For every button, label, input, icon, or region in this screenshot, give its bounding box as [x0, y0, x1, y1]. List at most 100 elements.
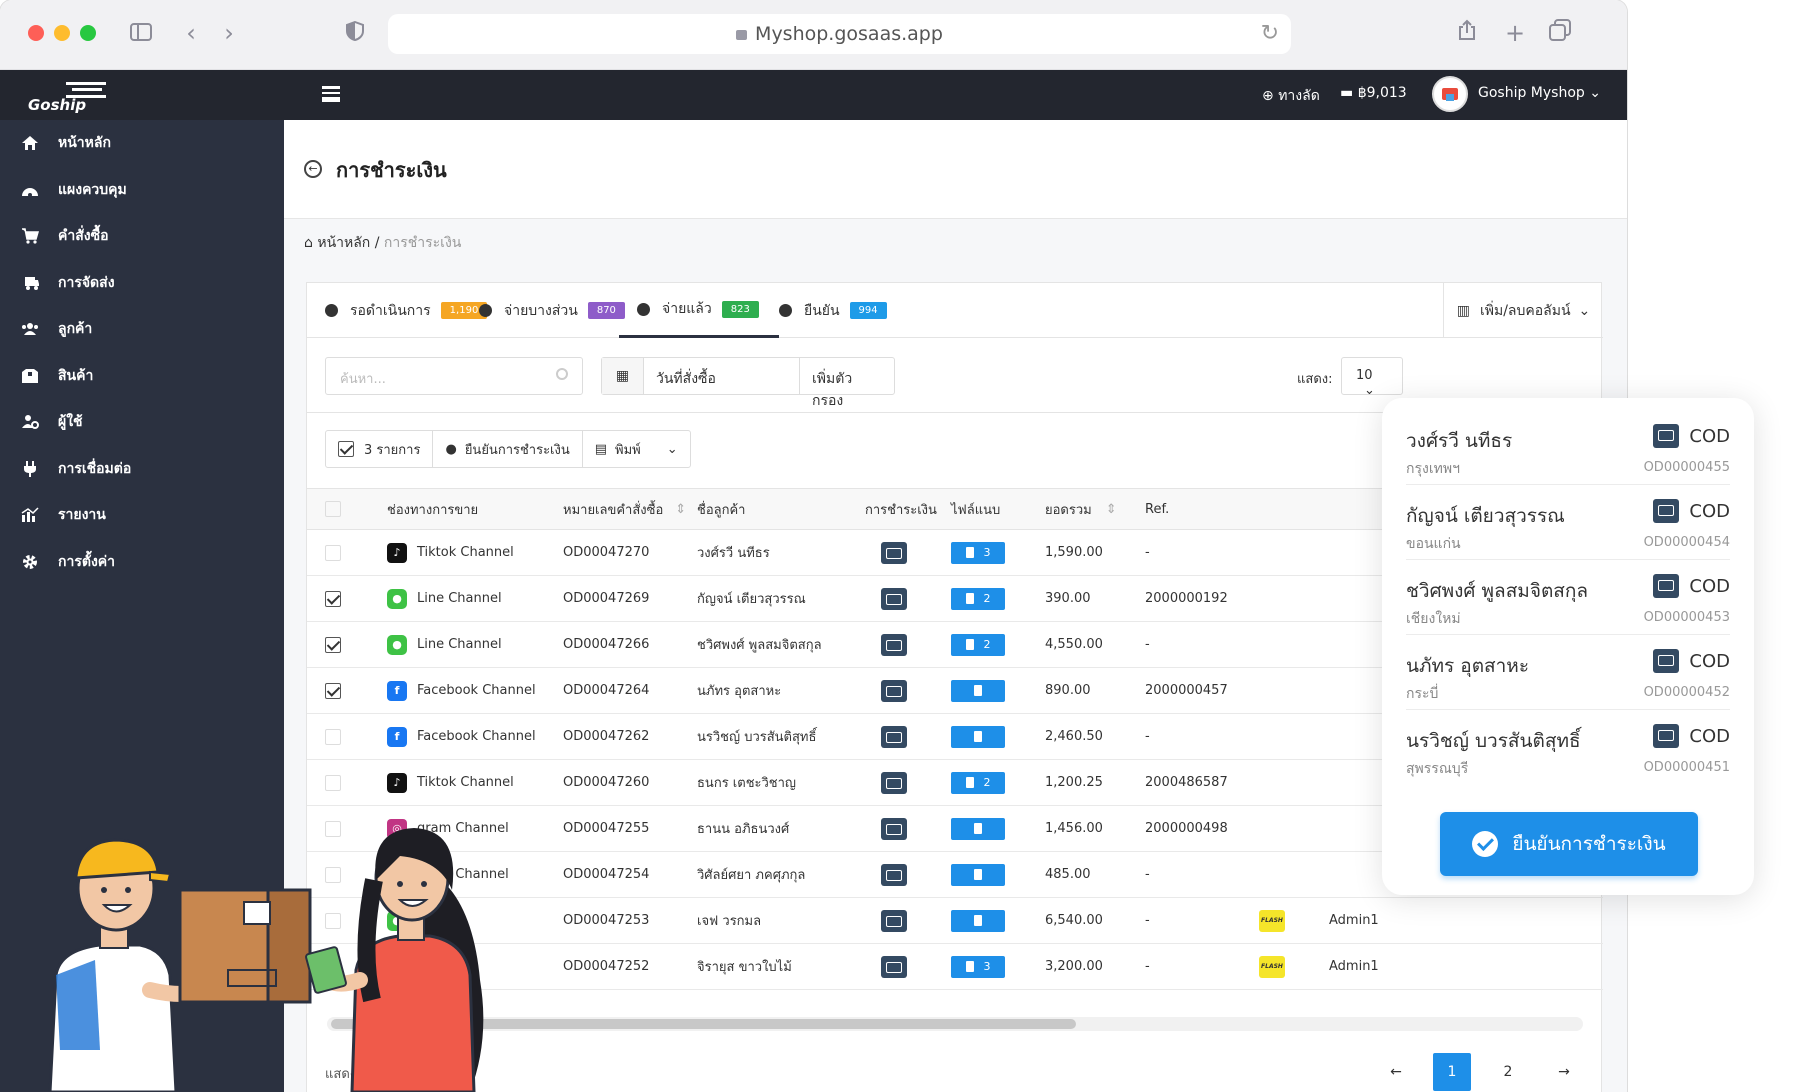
sidebar-item-5[interactable]: ลูกค้า	[0, 306, 284, 353]
page-size-select[interactable]: 10 ⌄	[1341, 357, 1403, 398]
sidebar-item-3[interactable]: คำสั่งซื้อ	[0, 213, 284, 260]
selected-count-button[interactable]: 3 รายการ	[326, 431, 434, 467]
wallet-balance[interactable]: ▬ ฿9,013	[1340, 85, 1407, 101]
attachment-button[interactable]: 3	[951, 541, 1005, 564]
new-tab-icon[interactable]: +	[1500, 18, 1530, 48]
attachment-button[interactable]: 2	[951, 771, 1005, 794]
header-total[interactable]: ยอดรวม ⇕	[1045, 489, 1117, 529]
attachment-button[interactable]	[951, 909, 1005, 932]
payment-icon[interactable]	[881, 817, 907, 840]
row-checkbox[interactable]	[325, 820, 341, 837]
order-number[interactable]: OD00047264	[563, 668, 649, 713]
sidebar-toggle-icon[interactable]	[126, 18, 156, 48]
sidebar-item-1[interactable]: หน้าหลัก	[0, 120, 284, 167]
next-page-button[interactable]: →	[1545, 1053, 1583, 1091]
order-number[interactable]: OD00047270	[563, 530, 649, 575]
sidebar-item-6[interactable]: สินค้า	[0, 353, 284, 400]
attachment-button[interactable]: 3	[951, 955, 1005, 978]
attachment-button[interactable]	[951, 817, 1005, 840]
order-number[interactable]: OD00047262	[563, 714, 649, 759]
row-checkbox[interactable]	[325, 912, 341, 929]
goship-logo[interactable]: Goship	[20, 78, 110, 114]
payment-icon[interactable]	[881, 541, 907, 564]
order-number[interactable]: OD00047254	[563, 852, 649, 897]
date-field[interactable]: วันที่สั่งซื้อ	[644, 358, 800, 394]
sidebar-item-8[interactable]: การเชื่อมต่อ	[0, 446, 284, 493]
shop-avatar[interactable]	[1432, 76, 1468, 112]
columns-button[interactable]: ▥ เพิ่ม/ลบคอลัมน์ ⌄	[1443, 283, 1603, 338]
attachment-button[interactable]: 2	[951, 633, 1005, 656]
sidebar-item-2[interactable]: แผงควบคุม	[0, 167, 284, 214]
sidebar-item-10[interactable]: การตั้งค่า	[0, 539, 284, 586]
tab-4[interactable]: ยืนยัน 994	[779, 283, 887, 338]
order-number[interactable]: OD00047260	[563, 760, 649, 805]
row-checkbox[interactable]	[325, 544, 341, 561]
add-filter-button[interactable]: เพิ่มตัวกรอง	[800, 358, 894, 409]
row-checkbox[interactable]	[325, 590, 341, 607]
calendar-icon[interactable]: ▦	[602, 358, 644, 394]
popup-confirm-button[interactable]: ยืนยันการชำระเงิน	[1440, 812, 1698, 876]
tab-1[interactable]: รอดำเนินการ 1,190	[325, 283, 488, 338]
payment-icon[interactable]	[881, 633, 907, 656]
header-order-no[interactable]: หมายเลขคำสั่งซื้อ ⇕	[563, 489, 686, 529]
order-number[interactable]: OD00047269	[563, 576, 649, 621]
prev-page-button[interactable]: ←	[1377, 1053, 1415, 1091]
popup-order-item[interactable]: นภัทร อุตสาหะ กระบี่ COD OD00000452	[1406, 635, 1730, 710]
row-checkbox[interactable]	[325, 958, 341, 975]
popup-order-item[interactable]: วงศ์รวี นทีธร กรุงเทพฯ COD OD00000455	[1406, 410, 1730, 485]
page-1-button[interactable]: 1	[1433, 1053, 1471, 1091]
select-all-checkbox[interactable]	[325, 501, 341, 517]
attachment-button[interactable]	[951, 725, 1005, 748]
payment-icon[interactable]	[881, 679, 907, 702]
payment-icon[interactable]	[881, 725, 907, 748]
order-number[interactable]: OD00047255	[563, 806, 649, 851]
attachment-button[interactable]	[951, 679, 1005, 702]
search-input[interactable]: ค้นหา...	[325, 357, 583, 395]
print-button[interactable]: ▤ พิมพ์ ⌄	[583, 431, 690, 467]
popup-order-item[interactable]: นรวิชญ์ บวรสันติสุทธิ์ สุพรรณบุรี COD OD000…	[1406, 710, 1730, 785]
payment-icon[interactable]	[881, 909, 907, 932]
order-number[interactable]: OD00047252	[563, 944, 649, 989]
sidebar-item-9[interactable]: รายงาน	[0, 492, 284, 539]
payment-icon[interactable]	[881, 863, 907, 886]
popup-order-item[interactable]: กัญจน์ เตียวสุวรรณ ขอนแก่น COD OD00000454	[1406, 485, 1730, 560]
payment-icon[interactable]	[881, 955, 907, 978]
menu-toggle-icon[interactable]	[322, 86, 340, 102]
minimize-dot[interactable]	[54, 25, 70, 41]
table-row[interactable]: f nnel OD00047252 จิรายุส ขาวใบไม้ 3 3,200.00…	[307, 944, 1603, 990]
shield-icon[interactable]	[340, 18, 370, 48]
close-dot[interactable]	[28, 25, 44, 41]
row-checkbox[interactable]	[325, 728, 341, 745]
order-number[interactable]: OD00047253	[563, 898, 649, 943]
order-number[interactable]: OD00047266	[563, 622, 649, 667]
popup-order-item[interactable]: ชวิศพงศ์ พูลสมจิตสกุล เชียงใหม่ COD OD00000…	[1406, 560, 1730, 635]
maximize-dot[interactable]	[80, 25, 96, 41]
reload-icon[interactable]: ↻	[1261, 14, 1279, 54]
address-bar[interactable]: Myshop.gosaas.app ↻	[388, 14, 1291, 54]
row-checkbox[interactable]	[325, 682, 341, 699]
share-icon[interactable]	[1452, 18, 1482, 48]
row-checkbox[interactable]	[325, 636, 341, 653]
shop-menu[interactable]: Goship Myshop ⌄	[1478, 85, 1601, 101]
sidebar-item-7[interactable]: ผู้ใช้	[0, 399, 284, 446]
page-2-button[interactable]: 2	[1489, 1053, 1527, 1091]
breadcrumb-home[interactable]: หน้าหลัก	[317, 235, 370, 251]
payment-icon[interactable]	[881, 587, 907, 610]
row-checkbox[interactable]	[325, 774, 341, 791]
shortcut-button[interactable]: ⊕ ทางลัด	[1262, 85, 1320, 107]
attachment-button[interactable]	[951, 863, 1005, 886]
back-arrow-icon[interactable]: ←	[304, 160, 322, 178]
row-checkbox[interactable]	[325, 866, 341, 883]
tab-3[interactable]: จ่ายแล้ว 823	[619, 283, 779, 338]
payment-icon[interactable]	[881, 771, 907, 794]
tab-2[interactable]: จ่ายบางส่วน 870	[479, 283, 625, 338]
sidebar-item-4[interactable]: การจัดส่ง	[0, 260, 284, 307]
table-row[interactable]: ● hannel OD00047253 เจฟ วรกมล 6,540.00 - FLASH…	[307, 898, 1603, 944]
tabs-overview-icon[interactable]	[1545, 18, 1575, 48]
forward-icon[interactable]: ›	[214, 18, 244, 48]
attachment-button[interactable]: 2	[951, 587, 1005, 610]
scrollbar-thumb[interactable]	[331, 1019, 1076, 1029]
bulk-confirm-button[interactable]: ● ยืนยันการชำระเงิน	[433, 431, 583, 467]
horizontal-scrollbar[interactable]	[327, 1017, 1583, 1031]
back-icon[interactable]: ‹	[176, 18, 206, 48]
